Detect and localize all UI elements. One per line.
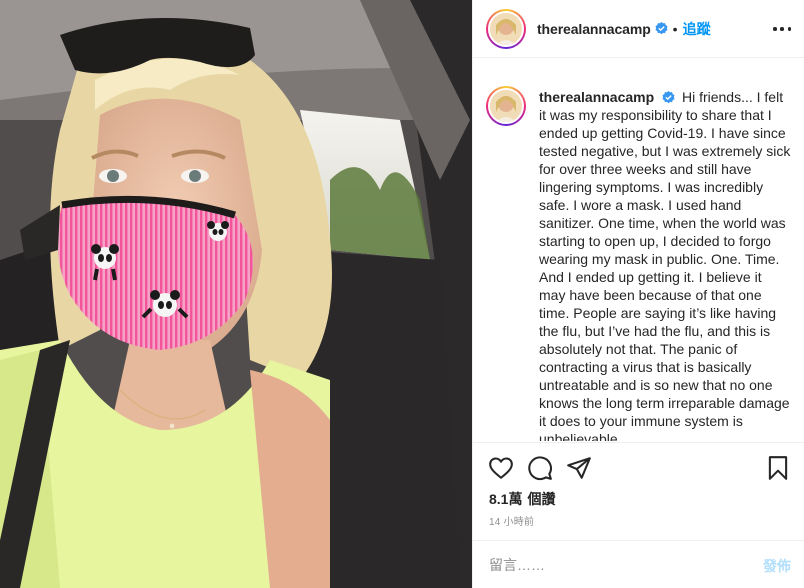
bookmark-icon[interactable] (765, 455, 791, 481)
username[interactable]: therealannacamp (537, 21, 651, 37)
post-photo[interactable] (0, 0, 472, 588)
comment-input[interactable] (489, 556, 739, 574)
avatar[interactable] (486, 8, 526, 49)
comments-area[interactable]: therealannacamp Hi friends... I felt it … (473, 59, 804, 441)
caption-body: Hi friends... I felt it was my responsib… (539, 89, 791, 441)
caption: therealannacamp Hi friends... I felt it … (486, 86, 791, 441)
selfie-image (0, 0, 472, 588)
post-comment-button[interactable]: 發佈 (763, 556, 791, 576)
caption-avatar[interactable] (486, 86, 526, 126)
caption-text: therealannacamp Hi friends... I felt it … (539, 88, 791, 441)
likes-number: 8.1萬 (489, 491, 523, 507)
post-header: therealannacamp • 追蹤 (473, 0, 804, 58)
comment-icon[interactable] (527, 455, 553, 481)
ellipsis-icon[interactable] (773, 21, 791, 37)
likes-suffix: 個讚 (527, 491, 556, 507)
post-side-panel: therealannacamp • 追蹤 therealannacamp Hi … (472, 0, 804, 588)
action-bar (473, 442, 804, 482)
follow-button[interactable]: 追蹤 (683, 19, 711, 39)
likes-count[interactable]: 8.1萬 個讚 (489, 489, 555, 509)
instagram-post: therealannacamp • 追蹤 therealannacamp Hi … (0, 0, 804, 588)
separator-dot: • (672, 20, 678, 37)
caption-username[interactable]: therealannacamp (539, 89, 654, 105)
heart-icon[interactable] (488, 455, 514, 481)
add-comment-bar: 發佈 (473, 540, 804, 588)
verified-badge-icon (655, 22, 668, 35)
post-timestamp[interactable]: 14 小時前 (489, 513, 534, 528)
avatar-image (488, 10, 524, 47)
avatar-image (488, 88, 524, 124)
verified-badge-icon (662, 91, 675, 104)
paper-plane-icon[interactable] (566, 455, 592, 481)
